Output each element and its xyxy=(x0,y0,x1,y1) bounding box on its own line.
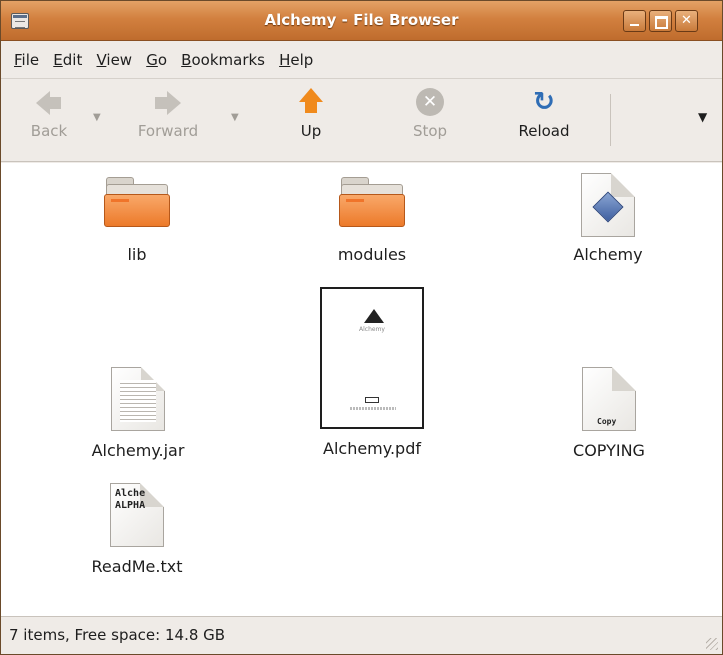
stop-icon: ✕ xyxy=(416,88,444,118)
back-label: Back xyxy=(30,122,68,140)
readme-preview-line-2: ALPHA xyxy=(115,500,146,511)
text-file-icon: Copy xyxy=(582,367,636,431)
file-name: Alchemy xyxy=(573,245,643,264)
file-item-copying[interactable]: Copy COPYING xyxy=(557,367,661,460)
file-name: ReadMe.txt xyxy=(91,557,183,576)
menu-file-mnemonic: F xyxy=(14,51,22,69)
window-title: Alchemy - File Browser xyxy=(264,11,459,29)
file-item-modules[interactable]: modules xyxy=(312,177,432,264)
file-name: modules xyxy=(337,245,407,264)
reload-button[interactable]: ↻ Reload xyxy=(501,88,587,140)
menu-edit-label: dit xyxy=(62,51,83,69)
maximize-button[interactable] xyxy=(649,10,672,32)
file-name: lib xyxy=(127,245,147,264)
file-name: Alchemy.pdf xyxy=(323,439,421,458)
menu-go[interactable]: Go xyxy=(141,42,172,79)
copying-preview-text: Copy xyxy=(597,417,617,426)
executable-icon xyxy=(581,173,635,237)
reload-icon: ↻ xyxy=(533,87,555,117)
minimize-button[interactable] xyxy=(623,10,646,32)
menu-go-mnemonic: G xyxy=(146,51,158,69)
pdf-thumbnail-icon: Alchemy xyxy=(320,287,424,429)
file-item-readme[interactable]: Alche ALPHA ReadMe.txt xyxy=(77,483,197,576)
folder-icon xyxy=(104,177,170,227)
file-name: COPYING xyxy=(573,441,645,460)
back-arrow-icon xyxy=(36,88,62,118)
menu-bookmarks[interactable]: Bookmarks xyxy=(176,42,270,79)
file-item-alchemy[interactable]: Alchemy xyxy=(556,173,660,264)
menu-file[interactable]: File xyxy=(9,42,44,79)
stop-button[interactable]: ✕ Stop xyxy=(395,88,465,140)
text-file-icon: Alche ALPHA xyxy=(110,483,164,547)
up-button[interactable]: Up xyxy=(281,88,341,140)
up-arrow-icon xyxy=(299,88,323,118)
menu-bar: File Edit View Go Bookmarks Help xyxy=(1,42,722,79)
status-text: 7 items, Free space: 14.8 GB xyxy=(9,626,226,644)
toolbar-overflow-arrow-icon[interactable]: ▼ xyxy=(698,110,707,124)
file-browser-window: Alchemy - File Browser File Edit View Go… xyxy=(0,0,723,655)
forward-arrow-icon xyxy=(155,88,181,118)
menu-view-label: iew xyxy=(106,51,133,69)
reload-label: Reload xyxy=(518,122,570,140)
icon-view[interactable]: lib modules Alchemy Alchemy.jar Alchemy … xyxy=(1,163,722,616)
folder-icon xyxy=(339,177,405,227)
stop-label: Stop xyxy=(412,122,448,140)
close-button[interactable] xyxy=(675,10,698,32)
forward-history-dropdown[interactable]: ▼ xyxy=(231,112,239,123)
up-label: Up xyxy=(300,122,322,140)
menu-bookmarks-mnemonic: B xyxy=(181,51,192,69)
pdf-preview-text: Alchemy xyxy=(359,326,385,333)
file-item-alchemy-pdf[interactable]: Alchemy Alchemy.pdf xyxy=(297,287,447,458)
readme-preview-line-1: Alche xyxy=(115,488,146,499)
toolbar: Back ▼ Forward ▼ Up ✕ Stop ↻ Reload ▼ xyxy=(1,80,722,162)
menu-view[interactable]: View xyxy=(91,42,137,79)
menu-file-label: ile xyxy=(21,51,40,69)
title-bar[interactable]: Alchemy - File Browser xyxy=(1,1,722,41)
menu-help[interactable]: Help xyxy=(274,42,318,79)
menu-help-label: elp xyxy=(290,51,314,69)
menu-edit-mnemonic: E xyxy=(53,51,63,69)
toolbar-separator xyxy=(610,94,611,146)
file-item-lib[interactable]: lib xyxy=(87,177,187,264)
menu-help-mnemonic: H xyxy=(279,51,291,69)
menu-edit[interactable]: Edit xyxy=(48,42,87,79)
status-bar: 7 items, Free space: 14.8 GB xyxy=(1,616,722,654)
back-button[interactable]: Back xyxy=(9,88,89,140)
file-name: Alchemy.jar xyxy=(91,441,185,460)
file-item-alchemy-jar[interactable]: Alchemy.jar xyxy=(73,367,203,460)
menu-view-mnemonic: V xyxy=(96,51,107,69)
menu-go-label: o xyxy=(157,51,168,69)
resize-grip-icon[interactable] xyxy=(706,638,718,650)
menu-bookmarks-label: ookmarks xyxy=(191,51,265,69)
back-history-dropdown[interactable]: ▼ xyxy=(93,112,101,123)
forward-button[interactable]: Forward xyxy=(113,88,223,140)
jar-file-icon xyxy=(111,367,165,431)
forward-label: Forward xyxy=(137,122,199,140)
